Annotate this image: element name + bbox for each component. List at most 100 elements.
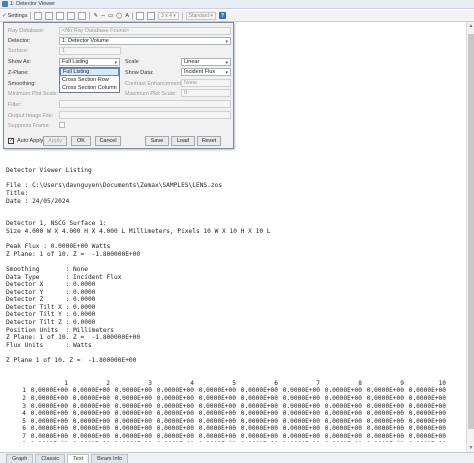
grid-cell: 0.0000E+00	[324, 395, 362, 402]
grid-cell: 0.0000E+00	[198, 425, 236, 433]
grid-cell: 0.0000E+00	[320, 441, 362, 442]
lock-icon[interactable]	[136, 11, 145, 20]
pencil-icon[interactable]: ✎	[93, 11, 98, 20]
tab-graph[interactable]: Graph	[6, 454, 34, 463]
grid-cell: 0.0000E+00	[324, 417, 362, 425]
dropdown-option[interactable]: Cross Section Row	[60, 76, 119, 84]
view-tabs: Graph Classic Text Beam Info	[0, 452, 474, 463]
grid-cell: 0.0000E+00	[408, 410, 446, 418]
zplane-label: Z-Plane:	[8, 70, 29, 76]
grid-cell: 0.0000E+00	[156, 395, 194, 402]
tab-beam-info[interactable]: Beam Info	[91, 454, 129, 463]
smoothing-label: Smoothing:	[8, 81, 36, 87]
max-plot-label: Maximum Plot Scale:	[125, 91, 177, 97]
grid-cell: 0.0000E+00	[114, 425, 152, 433]
grid-cell: 0.0000E+00	[30, 395, 68, 402]
grid-cell: 0.0000E+00	[282, 425, 320, 433]
grid-cell: 0.0000E+00	[240, 402, 278, 410]
grid-cell: 0.0000E+00	[30, 410, 68, 418]
show-data-select[interactable]: Incident Flux ▾	[181, 68, 231, 76]
grid-cell: 0.0000E+00	[240, 410, 278, 418]
grid-cell: 0.0000E+00	[72, 395, 110, 402]
flux-grid-table: 1 2 3 4 5 6 7 8 9 10 1 0.0000E+00 0.0000E+00 0.0000E+…	[6, 380, 446, 442]
grid-column-header: 1	[64, 379, 68, 387]
print-icon[interactable]	[67, 11, 76, 20]
refresh-icon[interactable]	[34, 11, 43, 20]
standard-combo[interactable]: Standard ▾	[185, 11, 216, 20]
dropdown-option[interactable]: Cross Section Column	[60, 84, 119, 92]
grid-cell: 0.0000E+00	[72, 410, 110, 418]
layout-icon[interactable]	[147, 11, 156, 20]
listing-header: Detector Viewer Listing File : C:\Users\…	[6, 167, 271, 365]
ray-database-field[interactable]: <No Ray Database Found>	[59, 27, 231, 35]
ok-button[interactable]: OK	[71, 136, 91, 146]
toolbar: ✓ Settings ✎ ─ ▭ ◯ A 3 x 4 ▾ Standard ▾ …	[0, 10, 474, 22]
cancel-button[interactable]: Cancel	[95, 136, 121, 146]
grid-row-header: 5	[22, 417, 26, 425]
grid-cell: 0.0000E+00	[72, 425, 110, 433]
scroll-up-icon[interactable]: ▲	[468, 23, 474, 29]
save-button[interactable]: Save	[145, 136, 169, 146]
vertical-scrollbar[interactable]: ▲ ▼	[466, 22, 474, 452]
tab-text[interactable]: Text	[67, 454, 90, 463]
grid-column-header: 9	[400, 379, 404, 387]
scrollbar-thumb[interactable]	[468, 34, 474, 429]
dropdown-option[interactable]: Full Listing	[60, 68, 119, 76]
grid-cell: 0.0000E+00	[114, 410, 152, 418]
grid-cell: 0.0000E+00	[198, 432, 236, 440]
grid-cell: 0.0000E+00	[198, 410, 236, 418]
grid-cell: 0.0000E+00	[72, 417, 110, 425]
line-icon[interactable]: ─	[101, 11, 105, 20]
grid-cell: 0.0000E+00	[282, 410, 320, 418]
scale-label: Scale	[125, 59, 139, 65]
save-icon[interactable]	[56, 11, 65, 20]
apply-button[interactable]: Apply	[43, 136, 67, 146]
grid-cell: 0.0000E+00	[72, 387, 110, 395]
show-as-select[interactable]: Full Listing ▾	[59, 58, 120, 66]
grid-cell: 0.0000E+00	[282, 417, 320, 425]
filter-field[interactable]	[59, 100, 231, 108]
grid-layout-combo[interactable]: 3 x 4 ▾	[158, 11, 179, 20]
suppress-frame-checkbox[interactable]	[59, 122, 65, 128]
text-icon[interactable]: A	[125, 11, 129, 20]
grid-cell: 0.0000E+00	[198, 395, 236, 402]
show-as-label: Show As:	[8, 59, 31, 65]
settings-button[interactable]: ✓ Settings	[2, 11, 27, 20]
max-plot-field[interactable]: 0	[181, 89, 231, 97]
table-row: 80.0000E+000.0000E+000.0000E+000.0000E+0…	[6, 441, 446, 442]
scroll-down-icon[interactable]: ▼	[468, 445, 474, 451]
clone-icon[interactable]	[78, 11, 87, 20]
grid-cell: 0.0000E+00	[30, 417, 68, 425]
contrast-select[interactable]: None	[181, 79, 231, 87]
ellipse-icon[interactable]: ◯	[116, 11, 122, 20]
grid-cell: 0.0000E+00	[366, 395, 404, 402]
help-icon[interactable]: ?	[218, 12, 226, 19]
grid-cell: 0.0000E+00	[114, 395, 152, 402]
detector-label: Detector:	[8, 38, 31, 44]
grid-cell: 0.0000E+00	[324, 432, 362, 440]
grid-cell: 0.0000E+00	[156, 425, 194, 433]
grid-cell: 0.0000E+00	[30, 402, 68, 410]
show-data-label: Show Data:	[125, 70, 154, 76]
load-button[interactable]: Load	[171, 136, 195, 146]
output-image-field[interactable]	[59, 111, 231, 119]
grid-cell: 0.0000E+00	[114, 387, 152, 395]
grid-column-header: 4	[190, 379, 194, 387]
grid-cell: 0.0000E+00	[324, 387, 362, 395]
grid-column-header: 8	[358, 379, 362, 387]
surface-select[interactable]: 1	[59, 47, 121, 55]
grid-column-header: 3	[148, 379, 152, 387]
grid-cell: 0.0000E+00	[240, 425, 278, 433]
scale-select[interactable]: Linear ▾	[181, 58, 231, 66]
copy-icon[interactable]	[45, 11, 54, 20]
toolbar-separator	[132, 11, 134, 20]
reset-button[interactable]: Reset	[197, 136, 221, 146]
toolbar-separator	[181, 11, 183, 20]
rectangle-icon[interactable]: ▭	[108, 11, 113, 20]
grid-cell: 0.0000E+00	[278, 441, 320, 442]
grid-cell: 0.0000E+00	[30, 432, 68, 440]
auto-apply-checkbox[interactable]: ✓	[8, 138, 14, 144]
grid-row-header: 3	[22, 402, 26, 410]
detector-select[interactable]: 1: Detector Volume ▾	[59, 37, 231, 45]
tab-classic[interactable]: Classic	[35, 454, 66, 463]
